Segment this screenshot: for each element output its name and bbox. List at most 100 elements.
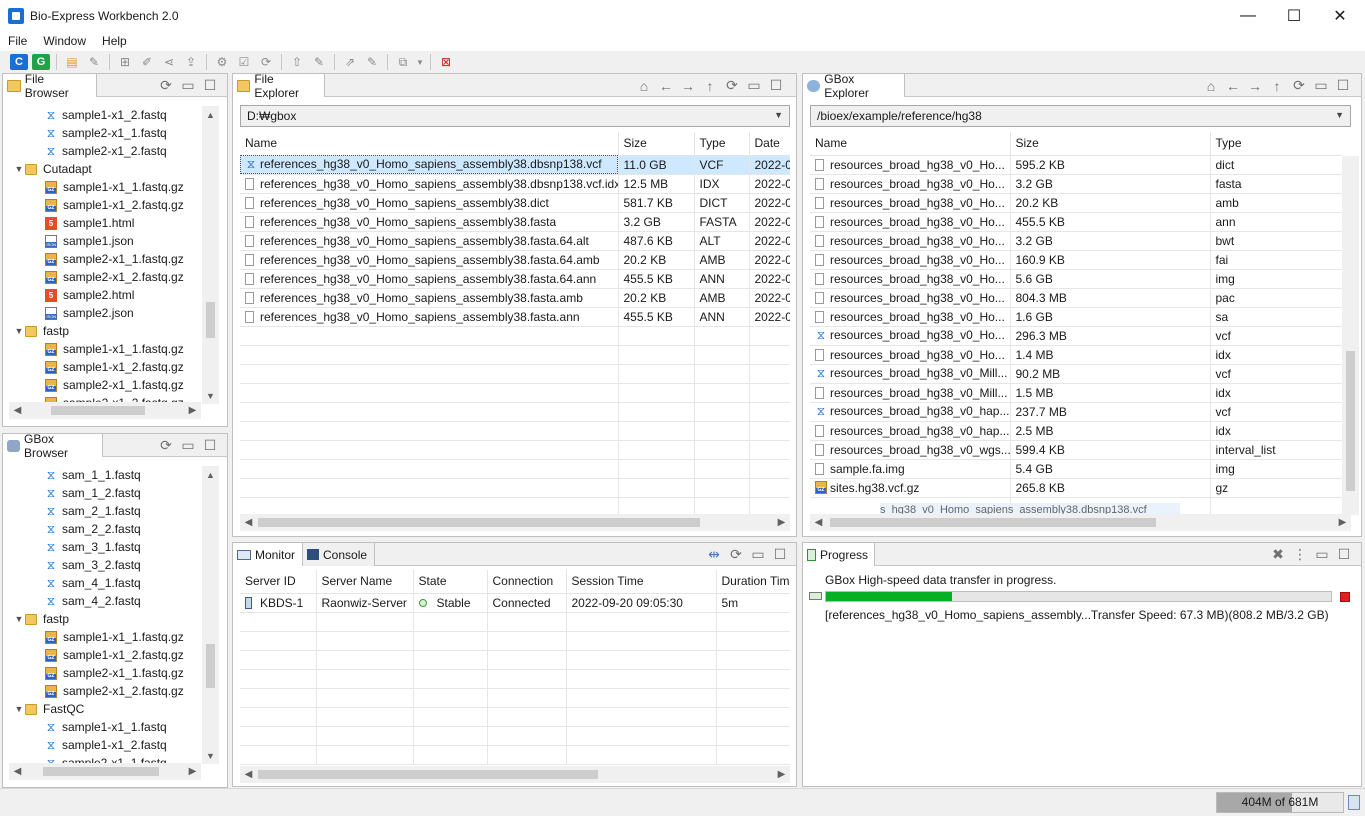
scroll-left-icon[interactable]: ◀ <box>240 514 257 531</box>
file-row[interactable]: references_hg38_v0_Homo_sapiens_assembly… <box>240 231 790 251</box>
tree-file-item[interactable]: ⧖ sample1-x1_2.fastq <box>9 736 201 754</box>
scroll-right-icon[interactable]: ▶ <box>184 763 201 780</box>
gbox-file-row[interactable]: resources_broad_hg38_v0_Ho... 5.6 GB img <box>810 269 1342 289</box>
file-row[interactable]: references_hg38_v0_Homo_sapiens_assembly… <box>240 288 790 308</box>
tab-progress[interactable]: Progress <box>803 543 875 566</box>
tree-file-item[interactable]: sample2-x1_2.fastq.gz <box>9 268 201 286</box>
copy-icon[interactable]: ⧉ <box>394 54 412 70</box>
column-size[interactable]: Size <box>618 132 695 156</box>
gbox-file-row[interactable]: resources_broad_hg38_v0_wgs... 599.4 KB in… <box>810 440 1342 460</box>
file-browser-hscrollbar[interactable]: ◀ ▶ <box>9 402 201 419</box>
tree-file-item[interactable]: sample1-x1_1.fastq.gz <box>9 628 201 646</box>
maximize-view-icon[interactable]: ☐ <box>1332 76 1354 96</box>
connect-icon[interactable]: ⇹ <box>703 545 725 565</box>
export-icon[interactable]: ⇗ <box>341 54 359 70</box>
maximize-view-icon[interactable]: ☐ <box>199 76 221 96</box>
maximize-view-icon[interactable]: ☐ <box>765 76 787 96</box>
tree-file-item[interactable]: sample1-x1_2.fastq.gz <box>9 196 201 214</box>
chevron-down-icon[interactable]: ▼ <box>1335 110 1344 120</box>
scroll-down-icon[interactable]: ▼ <box>202 747 219 764</box>
up-icon[interactable]: ↑ <box>699 76 721 96</box>
column-connection[interactable]: Connection <box>487 570 567 594</box>
maximize-view-icon[interactable]: ☐ <box>199 436 221 456</box>
file-row[interactable]: ⧖ references_hg38_v0_Homo_sapiens_assembl… <box>240 155 790 175</box>
edit-project-icon[interactable]: ✎ <box>85 54 103 70</box>
minimize-view-icon[interactable]: ▭ <box>1311 545 1333 565</box>
file-row[interactable]: references_hg38_v0_Homo_sapiens_assembly… <box>240 250 790 270</box>
file-browser-vscrollbar[interactable]: ▲ ▼ <box>202 106 219 404</box>
maximize-view-icon[interactable]: ☐ <box>1333 545 1355 565</box>
column-type[interactable]: Type <box>1210 132 1342 156</box>
edit-export-icon[interactable]: ✎ <box>363 54 381 70</box>
more-options-icon[interactable]: ⋮ <box>1289 545 1311 565</box>
gbox-file-row[interactable]: ⧖ resources_broad_hg38_v0_Ho... 296.3 MB vc… <box>810 326 1342 346</box>
file-row[interactable]: references_hg38_v0_Homo_sapiens_assembly… <box>240 307 790 327</box>
refresh-icon[interactable]: ⟳ <box>721 76 743 96</box>
menu-help[interactable]: Help <box>94 34 135 48</box>
tree-file-item[interactable]: ⧖ sample1-x1_2.fastq <box>9 106 201 124</box>
edit-workflow-icon[interactable]: ✐ <box>138 54 156 70</box>
scroll-thumb[interactable] <box>1346 351 1355 491</box>
tree-file-item[interactable]: ⧖ sam_2_1.fastq <box>9 502 201 520</box>
tree-file-item[interactable]: ⧖ sample2-x1_1.fastq <box>9 124 201 142</box>
gbox-file-row[interactable]: resources_broad_hg38_v0_Ho... 455.5 KB ann <box>810 212 1342 232</box>
scroll-thumb[interactable] <box>258 770 598 779</box>
up-icon[interactable]: ↑ <box>1266 76 1288 96</box>
close-window-button[interactable]: ✕ <box>1317 0 1363 31</box>
tree-file-item[interactable]: sample2-x1_2.fastq.gz <box>9 682 201 700</box>
back-icon[interactable]: ← <box>1222 76 1244 96</box>
scroll-thumb[interactable] <box>51 406 145 415</box>
column-type[interactable]: Type <box>694 132 750 156</box>
chevron-down-icon[interactable]: ▼ <box>774 110 783 120</box>
tree-file-item[interactable]: sample1-x1_2.fastq.gz <box>9 646 201 664</box>
delete-icon[interactable]: ⊠ <box>437 54 455 70</box>
tree-file-item[interactable]: ⧖ sam_4_2.fastq <box>9 592 201 610</box>
run-icon[interactable]: ⟳ <box>257 54 275 70</box>
gbox-explorer-hscrollbar[interactable]: ◀ ▶ <box>810 514 1351 531</box>
minimize-button[interactable]: — <box>1225 0 1271 31</box>
chevron-down-icon[interactable]: ▼ <box>13 614 25 624</box>
new-project-icon[interactable]: ▤ <box>63 54 81 70</box>
refresh-icon[interactable]: ⟳ <box>155 76 177 96</box>
column-state[interactable]: State <box>413 570 488 594</box>
tree-file-item[interactable]: 5 sample1.html <box>9 214 201 232</box>
menu-window[interactable]: Window <box>35 34 94 48</box>
tree-file-item[interactable]: ⧖ sam_3_2.fastq <box>9 556 201 574</box>
export-workflow-icon[interactable]: ⇪ <box>182 54 200 70</box>
tree-folder-item[interactable]: ▼ fastp <box>9 610 201 628</box>
gbox-explorer-vscrollbar[interactable] <box>1342 156 1359 515</box>
home-icon[interactable]: ⌂ <box>1200 76 1222 96</box>
file-row[interactable]: references_hg38_v0_Homo_sapiens_assembly… <box>240 174 790 194</box>
tab-monitor[interactable]: Monitor <box>233 543 303 566</box>
gbox-explorer-path-combo[interactable]: /bioex/example/reference/hg38 ▼ <box>810 105 1351 127</box>
scroll-left-icon[interactable]: ◀ <box>240 766 257 783</box>
scroll-left-icon[interactable]: ◀ <box>810 514 827 531</box>
tree-folder-item[interactable]: ▼ fastp <box>9 322 201 340</box>
tab-gbox-explorer[interactable]: GBox Explorer <box>803 72 905 100</box>
gbox-file-row[interactable]: resources_broad_hg38_v0_Ho... 3.2 GB bwt <box>810 231 1342 251</box>
gbox-file-row[interactable]: sites.hg38.vcf.gz 265.8 KBgz <box>810 478 1342 498</box>
scroll-up-icon[interactable]: ▲ <box>202 466 219 483</box>
column-date[interactable]: Date <box>749 132 790 156</box>
scroll-thumb[interactable] <box>258 518 700 527</box>
tree-file-item[interactable]: ⧖ sam_1_2.fastq <box>9 484 201 502</box>
file-explorer-hscrollbar[interactable]: ◀ ▶ <box>240 514 790 531</box>
menu-file[interactable]: File <box>0 34 35 48</box>
forward-icon[interactable]: → <box>1244 76 1266 96</box>
gbox-browser-vscrollbar[interactable]: ▲ ▼ <box>202 466 219 764</box>
add-workflow-icon[interactable]: ⊞ <box>116 54 134 70</box>
tree-file-item[interactable]: 5 sample2.html <box>9 286 201 304</box>
dropdown-arrow-icon[interactable]: ▼ <box>416 54 424 70</box>
file-row[interactable]: references_hg38_v0_Homo_sapiens_assembly… <box>240 269 790 289</box>
bioexpress-logo-icon[interactable]: C <box>10 54 28 70</box>
gbox-file-row[interactable]: ⧖ resources_broad_hg38_v0_Mill... 90.2 MB v… <box>810 364 1342 384</box>
gbox-file-row[interactable]: resources_broad_hg38_v0_Ho... 20.2 KB amb <box>810 193 1342 213</box>
gbox-logo-icon[interactable]: G <box>32 54 50 70</box>
minimize-view-icon[interactable]: ▭ <box>743 76 765 96</box>
column-size[interactable]: Size <box>1010 132 1211 156</box>
tab-gbox-browser[interactable]: GBox Browser <box>3 432 103 460</box>
minimize-view-icon[interactable]: ▭ <box>177 76 199 96</box>
tree-file-item[interactable]: ⧖ sam_4_1.fastq <box>9 574 201 592</box>
scroll-down-icon[interactable]: ▼ <box>202 387 219 404</box>
column-duration-time[interactable]: Duration Time <box>716 570 790 594</box>
